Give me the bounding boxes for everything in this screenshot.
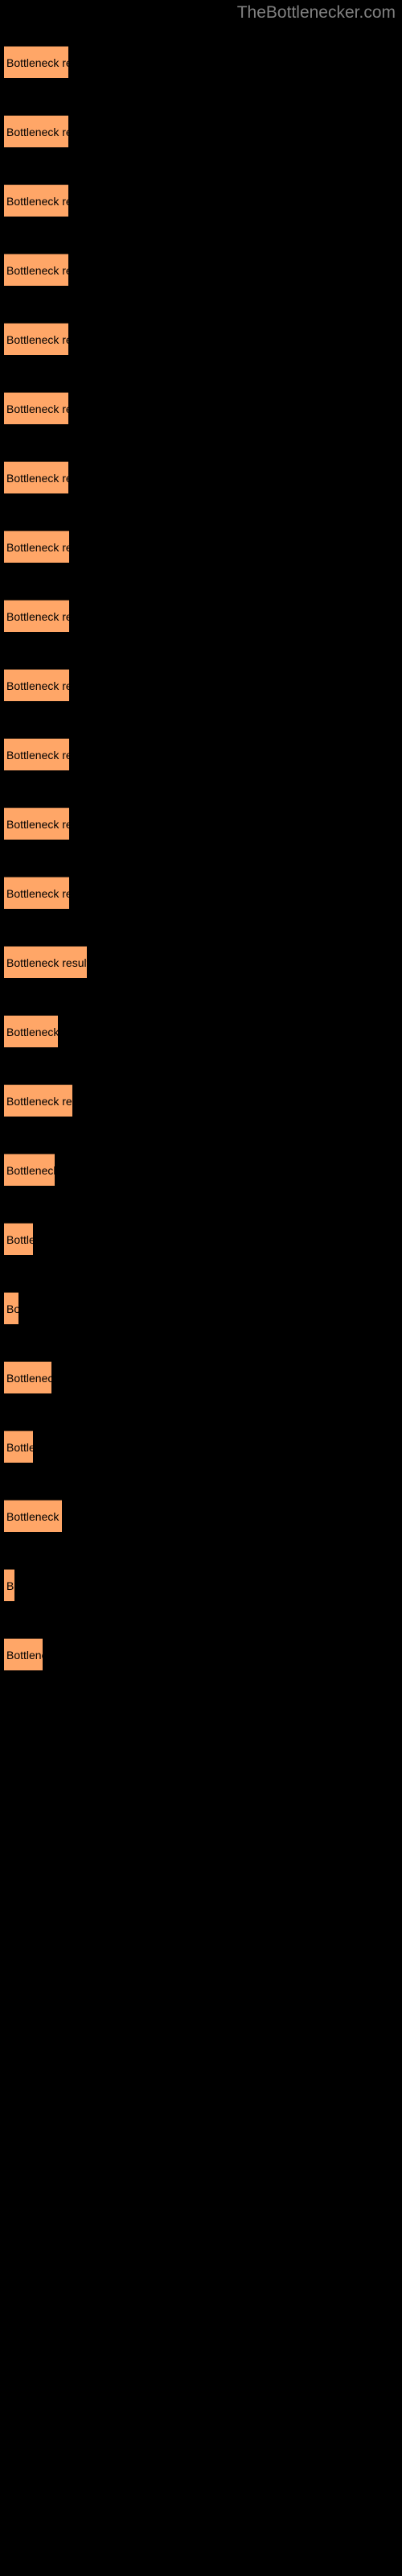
bar-row: Bottleneck result bbox=[0, 1500, 402, 1532]
bar-label: Bottleneck result bbox=[6, 886, 69, 900]
bar-label: Bottleneck result bbox=[6, 1509, 62, 1523]
bar-label: Bottleneck result bbox=[6, 194, 68, 208]
bar-row: Bottleneck result bbox=[0, 738, 402, 770]
bar-row: Bottleneck result bbox=[0, 1084, 402, 1117]
bar-row: Bottleneck result bbox=[0, 530, 402, 563]
bar-label: Bottleneck result bbox=[6, 679, 69, 692]
bar-row: Bottleneck result bbox=[0, 461, 402, 493]
bar-row: Bottleneck result bbox=[0, 1569, 402, 1601]
bar-label: Bottleneck result bbox=[6, 1371, 51, 1385]
bar-label: Bottleneck result bbox=[6, 1579, 14, 1592]
bar-row: Bottleneck result bbox=[0, 392, 402, 424]
bar-row: Bottleneck result bbox=[0, 600, 402, 632]
bar-row: Bottleneck result bbox=[0, 669, 402, 701]
bar-row: Bottleneck result bbox=[0, 1015, 402, 1047]
bar-row: Bottleneck result bbox=[0, 184, 402, 217]
bottleneck-result-bar[interactable]: Bottleneck result bbox=[4, 1015, 58, 1047]
bottleneck-result-bar[interactable]: Bottleneck result bbox=[4, 1084, 72, 1117]
bar-label: Bottleneck result bbox=[6, 1232, 33, 1246]
bar-label: Bottleneck result bbox=[6, 540, 69, 554]
bottleneck-result-bar[interactable]: Bottleneck result bbox=[4, 807, 69, 840]
bar-label: Bottleneck result bbox=[6, 1302, 18, 1315]
bar-label: Bottleneck result bbox=[6, 263, 68, 277]
bar-label: Bottleneck result bbox=[6, 332, 68, 346]
bar-label: Bottleneck result bbox=[6, 1094, 72, 1108]
bottleneck-result-bar[interactable]: Bottleneck result bbox=[4, 254, 68, 286]
bar-row: Bottleneck result bbox=[0, 46, 402, 78]
bar-label: Bottleneck result bbox=[6, 748, 69, 762]
bottleneck-result-bar[interactable]: Bottleneck result bbox=[4, 1292, 18, 1324]
bar-label: Bottleneck result bbox=[6, 56, 68, 69]
bar-row: Bottleneck result bbox=[0, 877, 402, 909]
bar-row: Bottleneck result bbox=[0, 807, 402, 840]
bottleneck-result-bar[interactable]: Bottleneck result bbox=[4, 1223, 33, 1255]
bottleneck-result-bar[interactable]: Bottleneck result bbox=[4, 184, 68, 217]
bar-row: Bottleneck result bbox=[0, 1638, 402, 1670]
bottleneck-result-bar[interactable]: Bottleneck result bbox=[4, 669, 69, 701]
bar-row: Bottleneck result bbox=[0, 1292, 402, 1324]
bar-label: Bottleneck result bbox=[6, 1648, 43, 1662]
bottleneck-result-bar[interactable]: Bottleneck result bbox=[4, 530, 69, 563]
bottleneck-result-bar[interactable]: Bottleneck result bbox=[4, 877, 69, 909]
bottleneck-result-bar[interactable]: Bottleneck result bbox=[4, 600, 69, 632]
bottleneck-result-bar[interactable]: Bottleneck result bbox=[4, 946, 87, 978]
bar-label: Bottleneck result bbox=[6, 609, 69, 623]
bar-row: Bottleneck result bbox=[0, 1430, 402, 1463]
bar-label: Bottleneck result bbox=[6, 1163, 55, 1177]
bar-row: Bottleneck result bbox=[0, 323, 402, 355]
bottleneck-result-bar[interactable]: Bottleneck result bbox=[4, 1569, 14, 1601]
bottleneck-result-bar[interactable]: Bottleneck result bbox=[4, 323, 68, 355]
bottleneck-result-bar[interactable]: Bottleneck result bbox=[4, 115, 68, 147]
bar-label: Bottleneck result bbox=[6, 817, 69, 831]
bottleneck-result-bar[interactable]: Bottleneck result bbox=[4, 1430, 33, 1463]
bottleneck-result-bar[interactable]: Bottleneck result bbox=[4, 1638, 43, 1670]
bar-row: Bottleneck result bbox=[0, 254, 402, 286]
bar-label: Bottleneck result bbox=[6, 1025, 58, 1038]
bar-label: Bottleneck result bbox=[6, 402, 68, 415]
bar-label: Bottleneck result bbox=[6, 125, 68, 138]
bottleneck-bar-chart: Bottleneck result Bottleneck result Bottle… bbox=[0, 0, 402, 2576]
bar-row: Bottleneck result bbox=[0, 1361, 402, 1393]
bottleneck-result-bar[interactable]: Bottleneck result bbox=[4, 1361, 51, 1393]
bottleneck-result-bar[interactable]: Bottleneck result bbox=[4, 1500, 62, 1532]
bottleneck-result-bar[interactable]: Bottleneck result bbox=[4, 738, 69, 770]
bar-row: Bottleneck result bbox=[0, 115, 402, 147]
bar-row: Bottleneck result bbox=[0, 1223, 402, 1255]
bar-label: Bottleneck result bbox=[6, 956, 87, 969]
bar-label: Bottleneck result bbox=[6, 1440, 33, 1454]
bottleneck-result-bar[interactable]: Bottleneck result bbox=[4, 392, 68, 424]
page-root: TheBottlenecker.com Bottleneck resultBot… bbox=[0, 0, 402, 2576]
bar-row: Bottleneck result bbox=[0, 946, 402, 978]
bottleneck-result-bar[interactable]: Bottleneck result bbox=[4, 1154, 55, 1186]
bar-label: Bottleneck result bbox=[6, 471, 68, 485]
bottleneck-result-bar[interactable]: Bottleneck result bbox=[4, 46, 68, 78]
bar-row: Bottleneck result bbox=[0, 1154, 402, 1186]
bottleneck-result-bar[interactable]: Bottleneck result bbox=[4, 461, 68, 493]
